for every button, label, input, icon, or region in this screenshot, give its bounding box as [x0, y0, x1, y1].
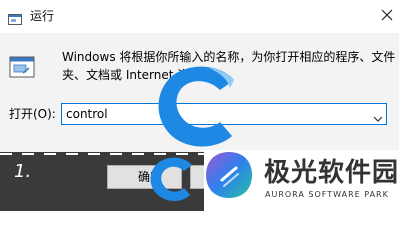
brand-badge: 极光软件园 AURORA SOFTWARE PARK [204, 150, 399, 211]
aurora-logo-icon [206, 152, 252, 198]
close-icon [381, 6, 393, 25]
run-icon [9, 54, 35, 80]
chevron-down-icon[interactable] [373, 109, 383, 122]
close-button[interactable] [376, 2, 398, 28]
run-dialog: 运行 Windows 将根据你所输入的名称，为你打开相应的程序、文件 夹、文档或… [0, 0, 399, 211]
open-input-value[interactable]: control [66, 106, 108, 122]
brand-c-logo [158, 66, 234, 147]
brand-name: 极光软件园 [264, 158, 399, 188]
step-number: 1. [14, 161, 32, 182]
window-title: 运行 [30, 9, 55, 23]
brand-c-logo-small [150, 157, 192, 201]
open-label: 打开(O): [9, 107, 56, 121]
title-bar: 运行 [0, 0, 399, 33]
run-icon [8, 10, 22, 25]
brand-subtitle: AURORA SOFTWARE PARK [265, 190, 389, 199]
